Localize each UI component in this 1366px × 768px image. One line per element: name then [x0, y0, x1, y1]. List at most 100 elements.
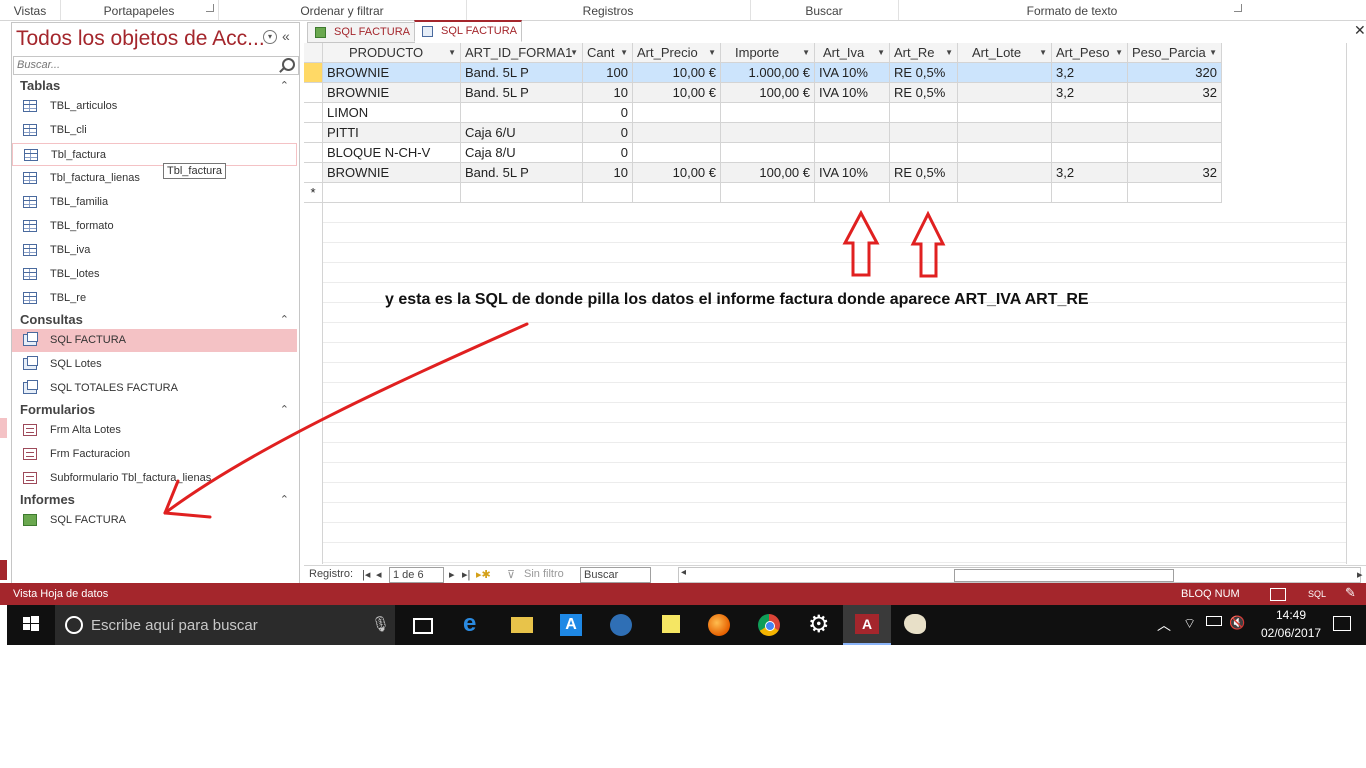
cell-precio[interactable]: [633, 123, 721, 143]
sql-view-button[interactable]: SQL: [1308, 589, 1326, 599]
design-view-icon[interactable]: ✎: [1345, 585, 1356, 601]
record-search-input[interactable]: Buscar: [580, 567, 651, 583]
chevron-up-icon[interactable]: ︿: [1157, 615, 1171, 635]
sticky-notes-button[interactable]: [647, 605, 695, 645]
cell-producto[interactable]: LIMON: [323, 103, 461, 123]
group-header-consultas[interactable]: Consultas ⌃: [12, 309, 299, 331]
new-row-cell[interactable]: [633, 183, 721, 203]
cell-formato[interactable]: Caja 6/U: [461, 123, 583, 143]
cell-re[interactable]: RE 0,5%: [890, 63, 958, 83]
cell-precio[interactable]: [633, 103, 721, 123]
row-selector[interactable]: [304, 103, 323, 123]
cell-formato[interactable]: [461, 103, 583, 123]
new-row-cell[interactable]: [815, 183, 890, 203]
cell-cant[interactable]: 0: [583, 143, 633, 163]
cell-peso-parcial[interactable]: [1128, 143, 1222, 163]
cell-iva[interactable]: [815, 143, 890, 163]
new-row-cell[interactable]: [1052, 183, 1128, 203]
nav-item-report-sql-factura[interactable]: SQL FACTURA: [12, 509, 297, 532]
dialog-launcher-icon[interactable]: [1234, 4, 1242, 12]
microphone-icon[interactable]: 🎙: [371, 615, 390, 633]
cell-lote[interactable]: [958, 63, 1052, 83]
cell-lote[interactable]: [958, 143, 1052, 163]
nav-item-tbl-lotes[interactable]: TBL_lotes: [12, 263, 297, 286]
cell-re[interactable]: RE 0,5%: [890, 163, 958, 183]
nav-item-frm-facturacion[interactable]: Frm Facturacion: [12, 443, 297, 466]
new-row-cell[interactable]: [583, 183, 633, 203]
new-row-selector[interactable]: *: [304, 183, 323, 203]
nav-item-sql-totales-factura[interactable]: SQL TOTALES FACTURA: [12, 377, 297, 400]
cell-importe[interactable]: [721, 103, 815, 123]
cell-producto[interactable]: PITTI: [323, 123, 461, 143]
collapse-pane-icon[interactable]: «: [282, 28, 290, 44]
last-record-button[interactable]: ▸|: [462, 568, 470, 581]
cell-iva[interactable]: IVA 10%: [815, 83, 890, 103]
group-header-tablas[interactable]: Tablas ⌃: [12, 75, 299, 97]
new-row-cell[interactable]: [1128, 183, 1222, 203]
access-button[interactable]: A: [843, 605, 891, 645]
column-header-producto[interactable]: PRODUCTO ▼: [323, 43, 461, 63]
nav-item-tbl-formato[interactable]: TBL_formato: [12, 215, 297, 238]
cell-precio[interactable]: 10,00 €: [633, 63, 721, 83]
cell-iva[interactable]: IVA 10%: [815, 63, 890, 83]
firefox-button[interactable]: [695, 605, 743, 645]
scroll-left-icon[interactable]: ◂: [681, 567, 686, 578]
cell-importe[interactable]: 1.000,00 €: [721, 63, 815, 83]
select-all-corner[interactable]: [304, 43, 323, 63]
nav-item-frm-alta-lotes[interactable]: Frm Alta Lotes: [12, 419, 297, 442]
dropdown-arrow-icon[interactable]: ▼: [802, 43, 810, 62]
column-header-art-peso[interactable]: Art_Peso ▼: [1052, 43, 1128, 63]
nav-item-tbl-familia[interactable]: TBL_familia: [12, 191, 297, 214]
nav-pane-title[interactable]: Todos los objetos de Acc...: [16, 27, 264, 51]
cell-cant[interactable]: 0: [583, 103, 633, 123]
cell-iva[interactable]: [815, 103, 890, 123]
task-view-button[interactable]: [399, 605, 447, 645]
dropdown-arrow-icon[interactable]: ▼: [1039, 43, 1047, 62]
paint-button[interactable]: [891, 605, 939, 645]
nav-item-tbl-re[interactable]: TBL_re: [12, 287, 297, 310]
column-header-art-iva[interactable]: Art_Iva ▼: [815, 43, 890, 63]
cell-importe[interactable]: 100,00 €: [721, 83, 815, 103]
dialog-launcher-icon[interactable]: [206, 4, 214, 12]
nav-item-tbl-factura[interactable]: Tbl_factura: [12, 143, 297, 166]
cell-lote[interactable]: [958, 103, 1052, 123]
row-selector[interactable]: [304, 83, 323, 103]
cell-importe[interactable]: [721, 123, 815, 143]
nav-item-tbl-cli[interactable]: TBL_cli: [12, 119, 297, 142]
chevron-up-icon[interactable]: ⌃: [280, 79, 289, 92]
cell-importe[interactable]: 100,00 €: [721, 163, 815, 183]
cell-re[interactable]: [890, 103, 958, 123]
chevron-up-icon[interactable]: ⌃: [280, 493, 289, 506]
app-store-button[interactable]: A: [547, 605, 595, 645]
cell-producto[interactable]: BLOQUE N-CH-V: [323, 143, 461, 163]
dropdown-arrow-icon[interactable]: ▼: [1209, 43, 1217, 62]
row-selector[interactable]: [304, 143, 323, 163]
close-icon[interactable]: ✕: [1354, 22, 1366, 39]
edge-button[interactable]: e: [449, 605, 497, 645]
group-header-informes[interactable]: Informes ⌃: [12, 489, 299, 511]
dropdown-arrow-icon[interactable]: ▼: [877, 43, 885, 62]
start-button[interactable]: [7, 605, 55, 645]
clock-time[interactable]: 14:49: [1261, 608, 1321, 622]
notifications-icon[interactable]: [1333, 616, 1351, 631]
nav-item-tbl-iva[interactable]: TBL_iva: [12, 239, 297, 262]
new-record-button[interactable]: ▸✱: [476, 568, 491, 581]
thunderbird-button[interactable]: [597, 605, 645, 645]
cell-iva[interactable]: [815, 123, 890, 143]
chevron-up-icon[interactable]: ⌃: [280, 313, 289, 326]
chevron-down-icon[interactable]: ▾: [263, 30, 277, 44]
row-selector[interactable]: [304, 163, 323, 183]
settings-button[interactable]: ⚙: [795, 605, 843, 645]
taskbar-search-box[interactable]: Escribe aquí para buscar 🎙: [55, 605, 395, 645]
record-position-input[interactable]: 1 de 6: [389, 567, 444, 583]
cell-lote[interactable]: [958, 123, 1052, 143]
cell-importe[interactable]: [721, 143, 815, 163]
cell-peso[interactable]: 3,2: [1052, 63, 1128, 83]
column-header-art-precio[interactable]: Art_Precio ▼: [633, 43, 721, 63]
column-header-cant[interactable]: Cant ▼: [583, 43, 633, 63]
filter-icon[interactable]: ⊽: [507, 568, 515, 581]
row-selector[interactable]: [304, 123, 323, 143]
cell-lote[interactable]: [958, 83, 1052, 103]
scrollbar-thumb[interactable]: [954, 569, 1174, 582]
new-row-cell[interactable]: [958, 183, 1052, 203]
